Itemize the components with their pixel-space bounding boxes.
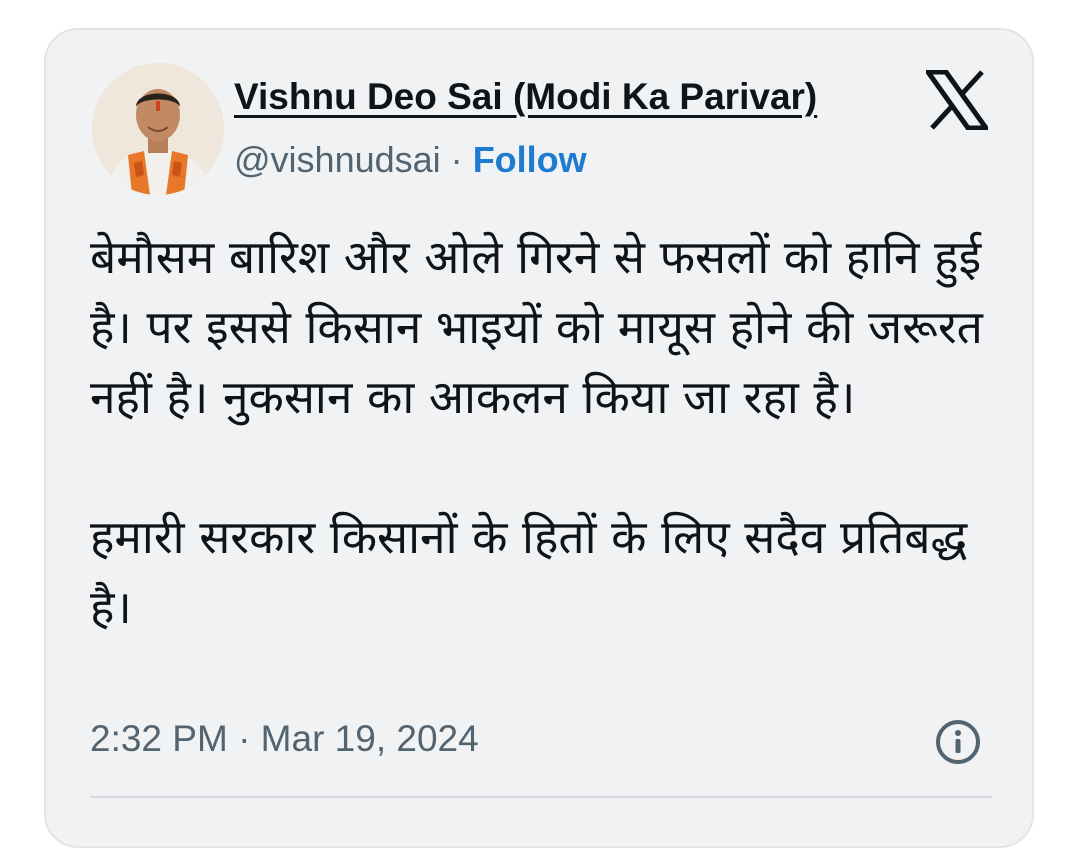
tweet-card[interactable]: Vishnu Deo Sai (Modi Ka Parivar) @vishnu… — [44, 28, 1034, 848]
x-logo-icon[interactable] — [923, 69, 991, 131]
avatar[interactable] — [92, 63, 224, 195]
tweet-text: बेमौसम बारिश और ओले गिरने से फसलों को हा… — [90, 222, 990, 642]
follow-button[interactable]: Follow — [473, 139, 587, 180]
tweet-paragraph: हमारी सरकार किसानों के हितों के लिए सदैव… — [90, 510, 968, 634]
author-handle[interactable]: @vishnudsai — [234, 139, 441, 180]
handle-separator: · — [450, 139, 463, 180]
handle-row: @vishnudsai · Follow — [234, 138, 934, 182]
info-icon[interactable] — [934, 718, 982, 766]
author-block: Vishnu Deo Sai (Modi Ka Parivar) @vishnu… — [234, 74, 934, 182]
profile-photo-icon — [92, 63, 224, 195]
tweet-timestamp[interactable]: 2:32 PM · Mar 19, 2024 — [90, 716, 479, 762]
author-name[interactable]: Vishnu Deo Sai (Modi Ka Parivar) — [234, 74, 934, 120]
divider — [90, 796, 992, 798]
tweet-paragraph: बेमौसम बारिश और ओले गिरने से फसलों को हा… — [90, 230, 983, 424]
